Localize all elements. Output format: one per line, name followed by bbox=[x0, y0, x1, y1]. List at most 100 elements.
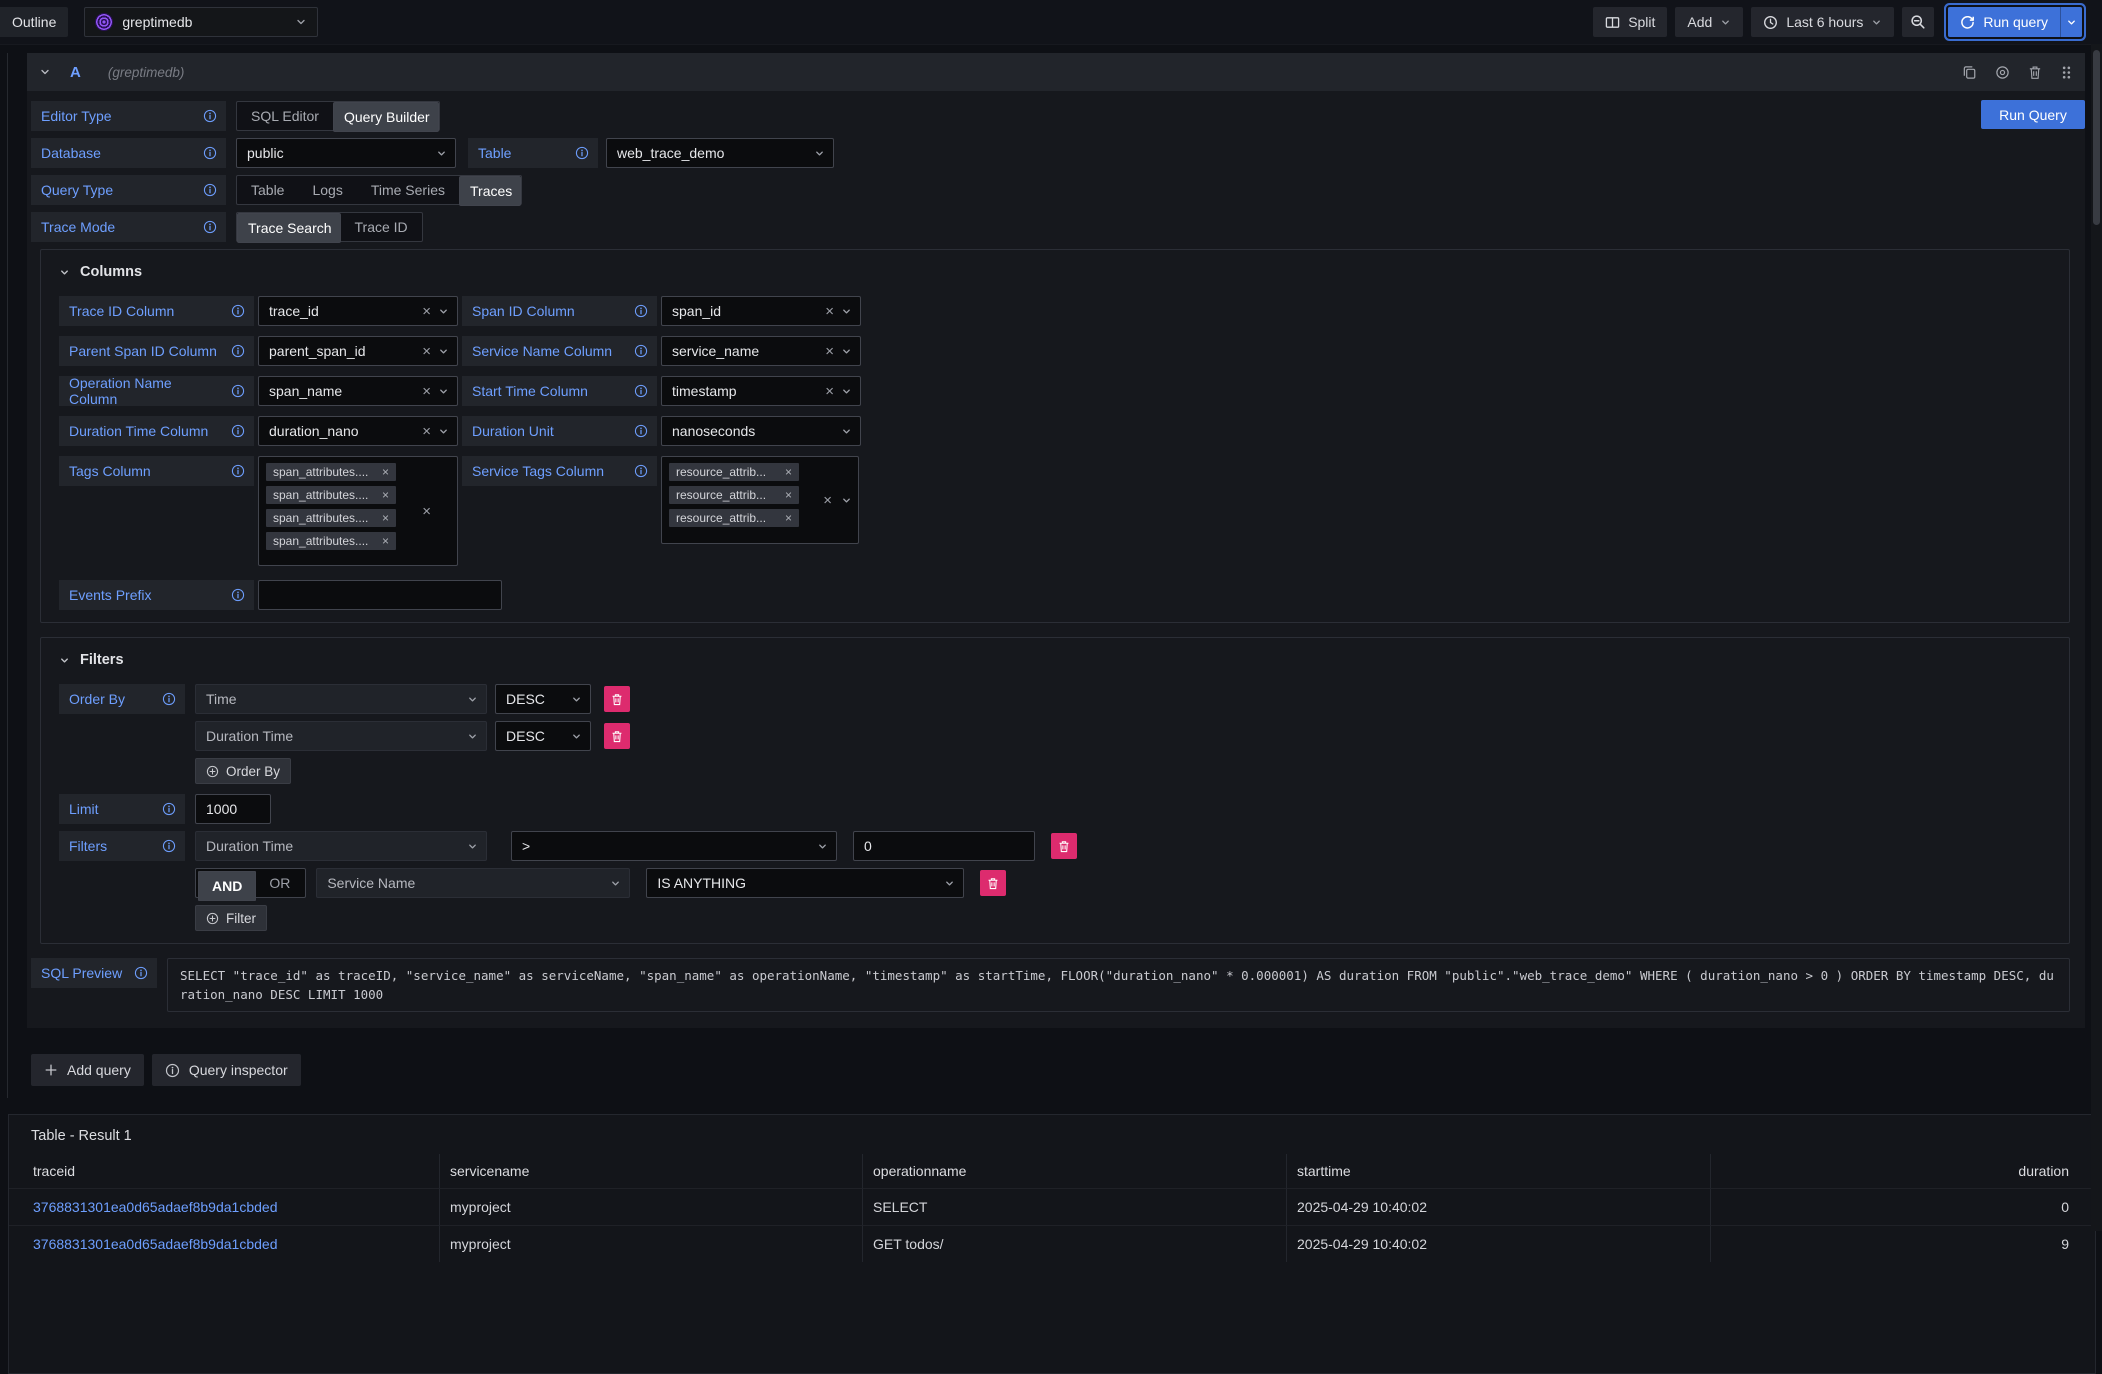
run-query-editor-button[interactable]: Run Query bbox=[1981, 100, 2085, 129]
logic-or-option[interactable]: OR bbox=[256, 871, 303, 895]
select-value: span_id bbox=[672, 303, 825, 319]
remove-chip-icon[interactable]: × bbox=[382, 489, 389, 501]
scrollbar-thumb[interactable] bbox=[2093, 50, 2100, 225]
remove-filter-button[interactable] bbox=[980, 870, 1006, 896]
run-query-options-button[interactable] bbox=[2060, 7, 2082, 37]
radio-option-trace-id[interactable]: Trace ID bbox=[341, 213, 422, 241]
tags-column-multiselect[interactable]: span_attributes....× span_attributes....… bbox=[258, 456, 458, 566]
time-range-picker[interactable]: Last 6 hours bbox=[1751, 7, 1894, 37]
events-prefix-input[interactable] bbox=[258, 580, 502, 610]
limit-input[interactable] bbox=[195, 794, 271, 824]
remove-query-icon[interactable] bbox=[2028, 65, 2042, 80]
order-by-field-select[interactable]: Duration Time bbox=[195, 721, 487, 751]
select-value: duration_nano bbox=[269, 423, 422, 439]
columns-section-header[interactable]: Columns bbox=[59, 262, 2053, 282]
operation-name-column-select[interactable]: span_name × bbox=[258, 376, 458, 406]
column-header-starttime[interactable]: starttime bbox=[1287, 1154, 1711, 1188]
label-text: Service Name Column bbox=[472, 343, 612, 359]
remove-filter-button[interactable] bbox=[1051, 833, 1077, 859]
chevron-down-icon bbox=[467, 731, 478, 742]
info-icon bbox=[162, 802, 176, 816]
add-button[interactable]: Add bbox=[1675, 7, 1743, 37]
clear-all-icon[interactable]: × bbox=[823, 493, 832, 508]
remove-chip-icon[interactable]: × bbox=[382, 466, 389, 478]
column-header-duration[interactable]: duration bbox=[1711, 1154, 2095, 1188]
filter-field-select[interactable]: Service Name bbox=[316, 868, 630, 898]
clear-icon[interactable]: × bbox=[422, 384, 431, 399]
trace-id-column-select[interactable]: trace_id × bbox=[258, 296, 458, 326]
filter-operator-select[interactable]: > bbox=[511, 831, 837, 861]
outline-button[interactable]: Outline bbox=[0, 7, 68, 37]
radio-option-logs[interactable]: Logs bbox=[298, 176, 356, 204]
order-by-direction-select[interactable]: DESC bbox=[495, 721, 591, 751]
remove-chip-icon[interactable]: × bbox=[785, 489, 792, 501]
run-query-button[interactable]: Run query bbox=[1948, 7, 2060, 37]
column-header-servicename[interactable]: servicename bbox=[440, 1154, 863, 1188]
parent-span-id-column-select[interactable]: parent_span_id × bbox=[258, 336, 458, 366]
radio-option-time-series[interactable]: Time Series bbox=[357, 176, 459, 204]
remove-chip-icon[interactable]: × bbox=[785, 466, 792, 478]
service-name-column-select[interactable]: service_name × bbox=[661, 336, 861, 366]
filter-field-select[interactable]: Duration Time bbox=[195, 831, 487, 861]
filters-section-header[interactable]: Filters bbox=[59, 650, 2053, 670]
drag-handle-icon[interactable] bbox=[2060, 65, 2073, 80]
column-header-operationname[interactable]: operationname bbox=[863, 1154, 1287, 1188]
remove-order-by-button[interactable] bbox=[604, 686, 630, 712]
radio-option-sql-editor[interactable]: SQL Editor bbox=[237, 102, 333, 130]
chevron-down-icon bbox=[438, 306, 449, 317]
order-by-field-select[interactable]: Time bbox=[195, 684, 487, 714]
service-tags-column-multiselect[interactable]: resource_attrib...× resource_attrib...× … bbox=[661, 456, 859, 544]
add-query-button[interactable]: Add query bbox=[31, 1054, 144, 1086]
results-table-header: traceid servicename operationname startt… bbox=[9, 1154, 2095, 1188]
events-prefix-label: Events Prefix bbox=[59, 580, 254, 610]
duration-time-column-select[interactable]: duration_nano × bbox=[258, 416, 458, 446]
column-header-traceid[interactable]: traceid bbox=[9, 1154, 440, 1188]
remove-chip-icon[interactable]: × bbox=[785, 512, 792, 524]
clear-icon[interactable]: × bbox=[825, 384, 834, 399]
clear-icon[interactable]: × bbox=[422, 344, 431, 359]
query-header[interactable]: A (greptimedb) bbox=[27, 53, 2085, 91]
radio-option-trace-search[interactable]: Trace Search bbox=[237, 213, 341, 243]
logic-and-option[interactable]: AND bbox=[198, 871, 256, 901]
remove-chip-icon[interactable]: × bbox=[382, 512, 389, 524]
clear-icon[interactable]: × bbox=[825, 304, 834, 319]
chevron-down-icon bbox=[841, 426, 852, 437]
duration-unit-select[interactable]: nanoseconds bbox=[661, 416, 861, 446]
filter-value-input[interactable] bbox=[853, 831, 1035, 861]
table-label: Table bbox=[468, 138, 598, 168]
clear-icon[interactable]: × bbox=[422, 424, 431, 439]
remove-chip-icon[interactable]: × bbox=[382, 535, 389, 547]
trace-id-link[interactable]: 3768831301ea0d65adaef8b9da1cbded bbox=[33, 1236, 277, 1252]
add-filter-button[interactable]: Filter bbox=[195, 905, 267, 931]
chevron-down-icon bbox=[841, 306, 852, 317]
radio-option-traces[interactable]: Traces bbox=[459, 176, 521, 206]
datasource-picker[interactable]: greptimedb bbox=[84, 7, 318, 37]
order-by-direction-select[interactable]: DESC bbox=[495, 684, 591, 714]
span-id-column-select[interactable]: span_id × bbox=[661, 296, 861, 326]
radio-option-query-builder[interactable]: Query Builder bbox=[333, 102, 439, 132]
add-order-by-button[interactable]: Order By bbox=[195, 758, 291, 784]
duplicate-query-icon[interactable] bbox=[1962, 65, 1977, 80]
tag-chip: resource_attrib...× bbox=[669, 509, 799, 527]
clear-icon[interactable]: × bbox=[422, 304, 431, 319]
trace-id-link[interactable]: 3768831301ea0d65adaef8b9da1cbded bbox=[33, 1199, 277, 1215]
logic-operator-toggle: AND OR bbox=[195, 868, 306, 898]
columns-row: Operation Name Column span_name × Start … bbox=[59, 376, 2053, 406]
filter-operator-select[interactable]: IS ANYTHING bbox=[646, 868, 964, 898]
split-button[interactable]: Split bbox=[1593, 7, 1667, 37]
hide-response-icon[interactable] bbox=[1995, 65, 2010, 80]
chevron-down-icon bbox=[438, 346, 449, 357]
radio-option-table[interactable]: Table bbox=[237, 176, 298, 204]
clear-icon[interactable]: × bbox=[825, 344, 834, 359]
zoom-out-button[interactable] bbox=[1902, 7, 1934, 37]
database-select[interactable]: public bbox=[236, 138, 456, 168]
editor-type-radio-group: SQL Editor Query Builder bbox=[236, 101, 440, 131]
remove-order-by-button[interactable] bbox=[604, 723, 630, 749]
clear-all-icon[interactable]: × bbox=[422, 504, 431, 519]
start-time-column-select[interactable]: timestamp × bbox=[661, 376, 861, 406]
table-select[interactable]: web_trace_demo bbox=[606, 138, 834, 168]
query-inspector-button[interactable]: Query inspector bbox=[152, 1054, 301, 1086]
label-text: Table bbox=[478, 145, 511, 161]
collapse-chevron-icon[interactable] bbox=[39, 66, 51, 78]
cell-operationname: SELECT bbox=[863, 1188, 1287, 1225]
